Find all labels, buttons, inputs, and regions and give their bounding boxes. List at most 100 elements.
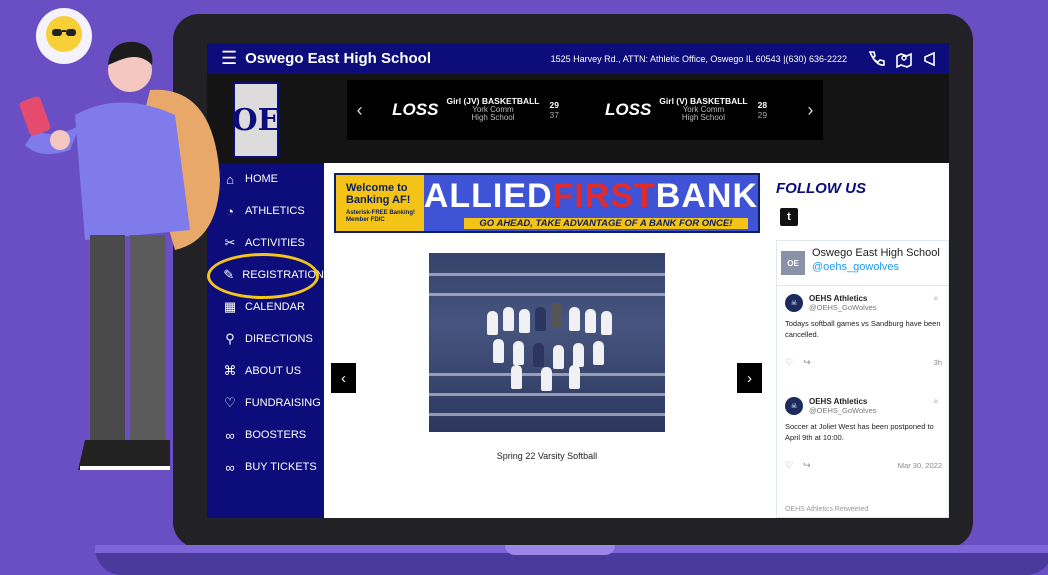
ad-tagline: GO AHEAD, TAKE ADVANTAGE OF A BANK FOR O… [463, 218, 748, 229]
sidebar-item-athletics[interactable]: ◔ ATHLETICS [207, 195, 324, 227]
sidebar-nav: ⌂ HOME ◔ ATHLETICS ✂ ACTIVITIES ✎ REGISTRATI… [207, 163, 324, 518]
scores-next-button[interactable]: › [798, 100, 823, 121]
share-icon[interactable]: ↪ [803, 357, 811, 368]
sidebar-item-home[interactable]: ⌂ HOME [207, 163, 324, 195]
coach-figure [551, 303, 562, 327]
tweet-avatar[interactable]: ☠ [785, 397, 803, 415]
phone-icon[interactable] [865, 48, 887, 70]
score-item[interactable]: LOSS Girl (JV) BASKETBALL York Comm High… [372, 97, 585, 123]
ad-brand-part1: ALLIED [423, 177, 553, 215]
tweet-author: OEHS Athletics @OEHS_GoWolves [809, 397, 877, 415]
game-scores: 28 29 [758, 100, 767, 120]
twitter-timeline[interactable]: OE Oswego East High School @oehs_gowolve… [776, 240, 949, 518]
profile-logo[interactable]: OE [781, 251, 805, 275]
tools-icon: ✂ [224, 235, 236, 250]
registration-highlight-circle [207, 253, 319, 299]
bleacher-stripe [429, 413, 665, 416]
bleacher-stripe [429, 393, 665, 396]
tweet-header: ☠ OEHS Athletics @OEHS_GoWolves [785, 294, 942, 312]
like-icon[interactable]: ♡ [785, 460, 793, 471]
player-figure [533, 343, 544, 367]
share-icon[interactable]: ↪ [803, 460, 811, 471]
ad-small-print: Asterisk-FREE Banking! Member FDIC [346, 210, 416, 223]
home-icon: ⌂ [226, 171, 234, 187]
player-figure [573, 343, 584, 367]
browser-screen: ☰ Oswego East High School 1525 Harvey Rd… [207, 43, 949, 518]
scores-prev-button[interactable]: ‹ [347, 100, 372, 121]
follow-us-heading: FOLLOW US [776, 180, 866, 197]
sidebar-item-label: DIRECTIONS [245, 333, 313, 345]
sidebar-item-directions[interactable]: ⚲ DIRECTIONS [207, 323, 324, 355]
tweet-avatar[interactable]: ☠ [785, 294, 803, 312]
sidebar-item-label: HOME [245, 173, 278, 185]
twitter-icon[interactable]: t [780, 208, 798, 226]
sidebar-item-label: CALENDAR [245, 301, 305, 313]
slideshow-next-button[interactable]: › [737, 363, 762, 393]
player-figure [593, 341, 604, 365]
game-result: LOSS [392, 99, 439, 119]
player-figure [487, 311, 498, 335]
tweet-date[interactable]: 3h [934, 358, 942, 367]
tweet-author-handle[interactable]: @OEHS_GoWolves [809, 303, 877, 312]
tweet-text: Todays softball games vs Sandburg have b… [785, 319, 941, 340]
sidebar-item-boosters[interactable]: ∞ BOOSTERS [207, 419, 324, 451]
like-icon[interactable]: ♡ [785, 357, 793, 368]
tweet[interactable]: ✦ ☠ OEHS Athletics @OEHS_GoWolves Soccer… [777, 389, 948, 489]
player-figure [601, 311, 612, 335]
ad-brand-name: ALLIEDFIRSTBANK [424, 177, 758, 216]
player-figure [513, 341, 524, 365]
map-icon[interactable] [893, 48, 915, 70]
tweet-author-handle[interactable]: @OEHS_GoWolves [809, 406, 877, 415]
map-icon: ⚲ [225, 331, 235, 346]
team-photo[interactable] [429, 253, 665, 432]
player-figure [503, 307, 514, 331]
player-figure [511, 365, 522, 389]
ad-brand-part2: FIRST [552, 177, 656, 215]
ad-left-panel: Welcome to Banking AF! Asterisk-FREE Ban… [336, 182, 424, 223]
hamburger-menu-icon[interactable]: ☰ [221, 48, 237, 69]
tweet-date[interactable]: Mar 30, 2022 [898, 461, 942, 470]
player-figure [569, 365, 580, 389]
scoreboard-bar: OE ‹ LOSS Girl (JV) BASKETBALL York Comm… [207, 74, 949, 163]
ad-line1: Welcome to [346, 182, 408, 195]
our-score: 28 [757, 99, 768, 110]
profile-name[interactable]: Oswego East High School [812, 247, 940, 259]
game-info: Girl (JV) BASKETBALL York Comm High Scho… [446, 97, 539, 123]
megaphone-icon[interactable] [921, 48, 943, 70]
sidebar-item-label: ABOUT US [245, 365, 302, 377]
slideshow-prev-button[interactable]: ‹ [331, 363, 356, 393]
player-figure [541, 367, 552, 391]
score-item[interactable]: LOSS Girl (V) BASKETBALL York Comm High … [585, 97, 798, 123]
player-figure [553, 345, 564, 369]
score-ticker: ‹ LOSS Girl (JV) BASKETBALL York Comm Hi… [347, 80, 823, 140]
top-nav-bar: ☰ Oswego East High School 1525 Harvey Rd… [207, 43, 949, 74]
their-score: 37 [549, 109, 559, 120]
tweet-author-name[interactable]: OEHS Athletics [809, 397, 877, 406]
school-logo[interactable]: OE [232, 82, 281, 158]
twitter-bird-icon: ✦ [931, 397, 940, 408]
sidebar-item-fundraising[interactable]: ♡ FUNDRAISING [207, 387, 324, 419]
sidebar-item-buy-tickets[interactable]: ∞ BUY TICKETS [207, 451, 324, 483]
tweet-footer: ♡ ↪ 3h [785, 357, 942, 368]
whistle-icon: ◔ [226, 203, 234, 219]
profile-handle[interactable]: @oehs_gowolves [812, 261, 940, 273]
contact-info: 1525 Harvey Rd., ATTN: Athletic Office, … [550, 53, 847, 64]
bleacher-stripe [429, 273, 665, 276]
game-scores: 29 37 [549, 100, 558, 120]
their-score: 29 [757, 109, 768, 120]
sidebar-item-label: ATHLETICS [245, 205, 305, 217]
student-illustration [19, 41, 220, 470]
site-title[interactable]: Oswego East High School [245, 50, 431, 67]
tweet[interactable]: ✦ ☠ OEHS Athletics @OEHS_GoWolves Todays… [777, 286, 948, 389]
opponent-line2: High School [681, 113, 726, 123]
player-figure [569, 307, 580, 331]
tweet-author-name[interactable]: OEHS Athletics [809, 294, 877, 303]
sidebar-item-about-us[interactable]: ⌘ ABOUT US [207, 355, 324, 387]
tweet-header: ☠ OEHS Athletics @OEHS_GoWolves [785, 397, 942, 415]
game-info: Girl (V) BASKETBALL York Comm High Schoo… [659, 97, 747, 123]
game-result: LOSS [605, 99, 652, 119]
link-icon: ∞ [225, 459, 235, 475]
photo-caption: Spring 22 Varsity Softball [496, 451, 598, 461]
bank-ad-banner[interactable]: Welcome to Banking AF! Asterisk-FREE Ban… [334, 173, 760, 233]
tweet-footer: ♡ ↪ Mar 30, 2022 [785, 460, 942, 471]
